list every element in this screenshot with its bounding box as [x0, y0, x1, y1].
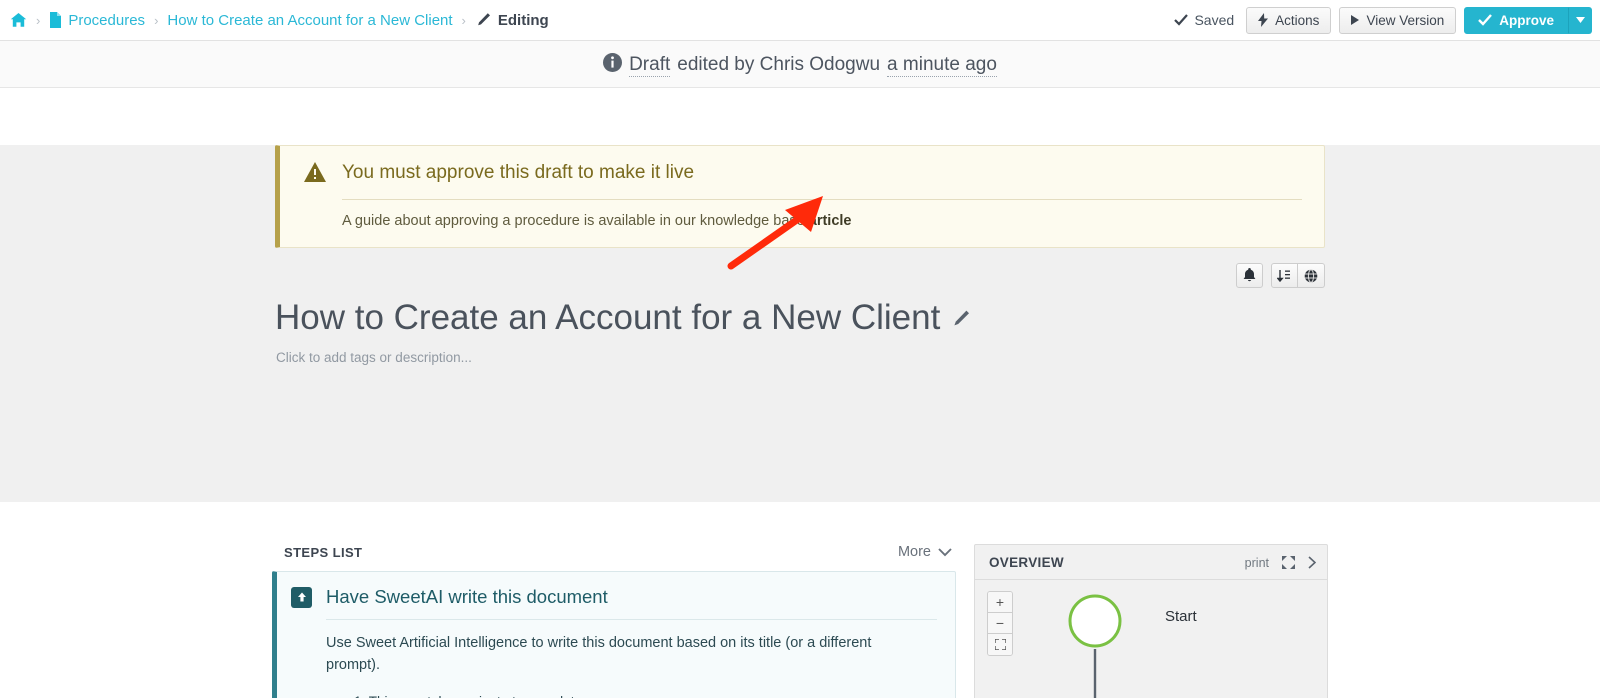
approve-label: Approve	[1499, 12, 1554, 28]
view-version-button[interactable]: View Version	[1339, 6, 1457, 34]
caret-down-icon	[1575, 17, 1585, 23]
start-node-label: Start	[1165, 608, 1197, 625]
breadcrumb-item-document[interactable]: How to Create an Account for a New Clien…	[167, 12, 452, 29]
info-icon[interactable]	[603, 53, 623, 72]
top-bar: › Procedures › How to Create an Account …	[0, 0, 1600, 41]
page-title: How to Create an Account for a New Clien…	[275, 298, 971, 338]
check-icon	[1174, 14, 1189, 26]
step-title: Have SweetAI write this document	[326, 586, 608, 607]
view-version-label: View Version	[1366, 12, 1445, 28]
tags-description-placeholder[interactable]: Click to add tags or description...	[276, 350, 472, 365]
fit-screen-icon	[994, 639, 1006, 650]
title-tools	[1236, 263, 1325, 288]
zoom-out-button[interactable]: −	[988, 613, 1012, 634]
step-list-item: 1. This may take a minute to complete.	[354, 694, 937, 698]
draft-status-text: Draft edited by Chris Odogwu a minute ag…	[603, 51, 997, 77]
breadcrumb-separator-3: ›	[461, 12, 466, 28]
zoom-in-button[interactable]: +	[988, 592, 1012, 613]
hero-section: You must approve this draft to make it l…	[0, 145, 1600, 502]
warning-title: You must approve this draft to make it l…	[342, 162, 695, 183]
breadcrumb-separator-2: ›	[154, 12, 159, 28]
home-icon[interactable]	[10, 12, 27, 28]
warning-body: A guide about approving a procedure is a…	[342, 213, 1302, 229]
warning-divider	[342, 198, 1302, 200]
approve-button-group: Approve	[1464, 6, 1592, 34]
step-divider	[326, 619, 937, 620]
globe-button[interactable]	[1298, 263, 1325, 288]
actions-label: Actions	[1275, 12, 1320, 28]
steps-list-header: STEPS LIST	[284, 544, 363, 560]
steps-list-panel: STEPS LIST More Have SweetAI write this …	[272, 544, 956, 698]
overview-print-button[interactable]: print	[1245, 556, 1269, 570]
document-icon	[49, 12, 62, 28]
lower-section: STEPS LIST More Have SweetAI write this …	[0, 502, 1600, 698]
draft-status-bar: Draft edited by Chris Odogwu a minute ag…	[0, 41, 1600, 88]
start-node	[1068, 594, 1122, 648]
play-icon	[1351, 15, 1360, 25]
expand-icon[interactable]	[1282, 556, 1295, 569]
editing-label: Editing	[497, 11, 549, 29]
arrow-up-box-icon	[291, 586, 312, 608]
approve-warning-banner: You must approve this draft to make it l…	[275, 145, 1325, 248]
check-icon	[1478, 14, 1493, 26]
breadcrumb: › Procedures › How to Create an Account …	[10, 12, 1174, 29]
approve-button[interactable]: Approve	[1464, 6, 1568, 34]
globe-icon	[1304, 268, 1318, 283]
overview-header: OVERVIEW	[989, 555, 1064, 570]
bell-icon	[1243, 268, 1256, 282]
fit-screen-button[interactable]	[988, 634, 1012, 655]
breadcrumb-label: Procedures	[68, 11, 146, 29]
page-title-text: How to Create an Account for a New Clien…	[275, 298, 941, 337]
approve-dropdown-button[interactable]	[1568, 6, 1592, 34]
sort-icon	[1277, 269, 1290, 282]
saved-label: Saved	[1194, 12, 1235, 28]
breadcrumb-separator: ›	[36, 12, 41, 28]
actions-button[interactable]: Actions	[1246, 6, 1332, 34]
warning-body-text: A guide about approving a procedure is a…	[342, 212, 809, 229]
breadcrumb-item-procedures[interactable]: Procedures	[49, 12, 145, 29]
overview-panel: OVERVIEW print + − Start	[974, 544, 1328, 698]
knowledge-base-article-link[interactable]: article	[809, 213, 852, 229]
draft-state-label[interactable]: Draft	[629, 54, 671, 77]
breadcrumb-item-editing: Editing	[475, 12, 549, 29]
step-body: Use Sweet Artificial Intelligence to wri…	[326, 635, 872, 674]
overview-canvas[interactable]: + − Start	[975, 580, 1327, 698]
notifications-button[interactable]	[1236, 263, 1263, 288]
step-card[interactable]: Have SweetAI write this document Use Swe…	[272, 571, 956, 698]
sort-button[interactable]	[1271, 263, 1298, 288]
edit-title-pencil-icon[interactable]	[952, 309, 971, 328]
chevron-down-icon	[938, 547, 952, 557]
top-bar-actions: Saved Actions View Version Approve	[1174, 6, 1592, 34]
warning-triangle-icon	[304, 162, 326, 182]
draft-time-label[interactable]: a minute ago	[887, 54, 997, 77]
zoom-controls: + −	[987, 591, 1013, 656]
saved-status: Saved	[1174, 12, 1234, 28]
lightning-icon	[1258, 13, 1269, 27]
flowchart-diagram	[1068, 594, 1122, 698]
draft-editor-label: edited by Chris Odogwu	[677, 54, 881, 75]
sort-globe-group	[1271, 263, 1325, 288]
steps-more-label: More	[897, 544, 931, 560]
steps-more-button[interactable]: More	[898, 544, 952, 560]
pencil-icon	[475, 12, 492, 28]
chevron-right-icon[interactable]	[1308, 556, 1316, 569]
